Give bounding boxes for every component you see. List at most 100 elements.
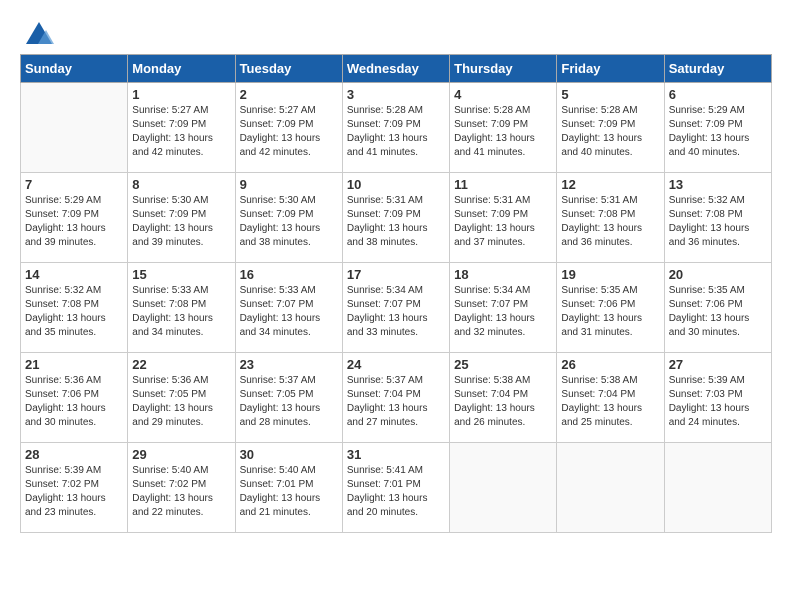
calendar-cell: 17 Sunrise: 5:34 AMSunset: 7:07 PMDayligh… (342, 263, 449, 353)
day-info: Sunrise: 5:29 AMSunset: 7:09 PMDaylight:… (25, 194, 123, 250)
calendar-cell (450, 443, 557, 533)
day-info: Sunrise: 5:36 AMSunset: 7:06 PMDaylight:… (25, 374, 123, 430)
calendar-cell: 29 Sunrise: 5:40 AMSunset: 7:02 PMDayligh… (128, 443, 235, 533)
day-number: 27 (669, 357, 767, 372)
calendar-cell: 12 Sunrise: 5:31 AMSunset: 7:08 PMDayligh… (557, 173, 664, 263)
day-info: Sunrise: 5:27 AMSunset: 7:09 PMDaylight:… (240, 104, 338, 160)
day-info: Sunrise: 5:39 AMSunset: 7:03 PMDaylight:… (669, 374, 767, 430)
day-number: 8 (132, 177, 230, 192)
calendar-cell: 7 Sunrise: 5:29 AMSunset: 7:09 PMDaylight… (21, 173, 128, 263)
day-info: Sunrise: 5:41 AMSunset: 7:01 PMDaylight:… (347, 464, 445, 520)
day-info: Sunrise: 5:31 AMSunset: 7:08 PMDaylight:… (561, 194, 659, 250)
day-number: 25 (454, 357, 552, 372)
day-info: Sunrise: 5:32 AMSunset: 7:08 PMDaylight:… (25, 284, 123, 340)
calendar-cell: 31 Sunrise: 5:41 AMSunset: 7:01 PMDayligh… (342, 443, 449, 533)
header-saturday: Saturday (664, 55, 771, 83)
day-info: Sunrise: 5:31 AMSunset: 7:09 PMDaylight:… (347, 194, 445, 250)
calendar-week-row: 1 Sunrise: 5:27 AMSunset: 7:09 PMDaylight… (21, 83, 772, 173)
day-info: Sunrise: 5:27 AMSunset: 7:09 PMDaylight:… (132, 104, 230, 160)
day-number: 18 (454, 267, 552, 282)
day-number: 29 (132, 447, 230, 462)
logo (20, 20, 54, 44)
day-info: Sunrise: 5:39 AMSunset: 7:02 PMDaylight:… (25, 464, 123, 520)
header-tuesday: Tuesday (235, 55, 342, 83)
calendar-week-row: 21Sunrise: 5:36 AMSunset: 7:06 PMDayligh… (21, 353, 772, 443)
day-number: 31 (347, 447, 445, 462)
day-number: 15 (132, 267, 230, 282)
calendar-cell: 13 Sunrise: 5:32 AMSunset: 7:08 PMDayligh… (664, 173, 771, 263)
day-info: Sunrise: 5:37 AMSunset: 7:04 PMDaylight:… (347, 374, 445, 430)
calendar-cell: 23Sunrise: 5:37 AMSunset: 7:05 PMDayligh… (235, 353, 342, 443)
day-number: 17 (347, 267, 445, 282)
header-friday: Friday (557, 55, 664, 83)
calendar-cell: 22Sunrise: 5:36 AMSunset: 7:05 PMDayligh… (128, 353, 235, 443)
calendar-cell: 9 Sunrise: 5:30 AMSunset: 7:09 PMDaylight… (235, 173, 342, 263)
calendar-week-row: 7 Sunrise: 5:29 AMSunset: 7:09 PMDaylight… (21, 173, 772, 263)
calendar-week-row: 14 Sunrise: 5:32 AMSunset: 7:08 PMDayligh… (21, 263, 772, 353)
day-number: 13 (669, 177, 767, 192)
calendar-cell: 27 Sunrise: 5:39 AMSunset: 7:03 PMDayligh… (664, 353, 771, 443)
calendar-cell: 28 Sunrise: 5:39 AMSunset: 7:02 PMDayligh… (21, 443, 128, 533)
header-thursday: Thursday (450, 55, 557, 83)
calendar-cell (557, 443, 664, 533)
calendar-cell (21, 83, 128, 173)
day-number: 1 (132, 87, 230, 102)
day-number: 6 (669, 87, 767, 102)
calendar-cell: 5 Sunrise: 5:28 AMSunset: 7:09 PMDaylight… (557, 83, 664, 173)
calendar-cell (664, 443, 771, 533)
day-number: 20 (669, 267, 767, 282)
header-monday: Monday (128, 55, 235, 83)
calendar-cell: 19 Sunrise: 5:35 AMSunset: 7:06 PMDayligh… (557, 263, 664, 353)
calendar-week-row: 28 Sunrise: 5:39 AMSunset: 7:02 PMDayligh… (21, 443, 772, 533)
day-number: 28 (25, 447, 123, 462)
day-info: Sunrise: 5:28 AMSunset: 7:09 PMDaylight:… (561, 104, 659, 160)
header-sunday: Sunday (21, 55, 128, 83)
calendar-cell: 26 Sunrise: 5:38 AMSunset: 7:04 PMDayligh… (557, 353, 664, 443)
day-info: Sunrise: 5:40 AMSunset: 7:02 PMDaylight:… (132, 464, 230, 520)
day-number: 23 (240, 357, 338, 372)
calendar-cell: 14 Sunrise: 5:32 AMSunset: 7:08 PMDayligh… (21, 263, 128, 353)
day-number: 24 (347, 357, 445, 372)
page-header (20, 20, 772, 44)
day-number: 3 (347, 87, 445, 102)
day-number: 19 (561, 267, 659, 282)
day-info: Sunrise: 5:28 AMSunset: 7:09 PMDaylight:… (454, 104, 552, 160)
day-number: 12 (561, 177, 659, 192)
calendar-cell: 30 Sunrise: 5:40 AMSunset: 7:01 PMDayligh… (235, 443, 342, 533)
day-number: 30 (240, 447, 338, 462)
calendar-cell: 1 Sunrise: 5:27 AMSunset: 7:09 PMDaylight… (128, 83, 235, 173)
calendar-cell: 21Sunrise: 5:36 AMSunset: 7:06 PMDayligh… (21, 353, 128, 443)
calendar-header-row: SundayMondayTuesdayWednesdayThursdayFrid… (21, 55, 772, 83)
day-info: Sunrise: 5:30 AMSunset: 7:09 PMDaylight:… (132, 194, 230, 250)
day-info: Sunrise: 5:34 AMSunset: 7:07 PMDaylight:… (347, 284, 445, 340)
day-info: Sunrise: 5:35 AMSunset: 7:06 PMDaylight:… (561, 284, 659, 340)
day-info: Sunrise: 5:33 AMSunset: 7:08 PMDaylight:… (132, 284, 230, 340)
header-wednesday: Wednesday (342, 55, 449, 83)
day-info: Sunrise: 5:38 AMSunset: 7:04 PMDaylight:… (454, 374, 552, 430)
day-info: Sunrise: 5:32 AMSunset: 7:08 PMDaylight:… (669, 194, 767, 250)
day-number: 7 (25, 177, 123, 192)
day-number: 11 (454, 177, 552, 192)
day-number: 9 (240, 177, 338, 192)
calendar-cell: 8 Sunrise: 5:30 AMSunset: 7:09 PMDaylight… (128, 173, 235, 263)
day-number: 2 (240, 87, 338, 102)
day-info: Sunrise: 5:28 AMSunset: 7:09 PMDaylight:… (347, 104, 445, 160)
day-number: 14 (25, 267, 123, 282)
logo-icon (24, 20, 54, 50)
day-number: 5 (561, 87, 659, 102)
day-info: Sunrise: 5:36 AMSunset: 7:05 PMDaylight:… (132, 374, 230, 430)
calendar-cell: 15 Sunrise: 5:33 AMSunset: 7:08 PMDayligh… (128, 263, 235, 353)
day-info: Sunrise: 5:30 AMSunset: 7:09 PMDaylight:… (240, 194, 338, 250)
day-info: Sunrise: 5:31 AMSunset: 7:09 PMDaylight:… (454, 194, 552, 250)
calendar-cell: 2 Sunrise: 5:27 AMSunset: 7:09 PMDaylight… (235, 83, 342, 173)
day-info: Sunrise: 5:35 AMSunset: 7:06 PMDaylight:… (669, 284, 767, 340)
calendar-cell: 20 Sunrise: 5:35 AMSunset: 7:06 PMDayligh… (664, 263, 771, 353)
day-info: Sunrise: 5:29 AMSunset: 7:09 PMDaylight:… (669, 104, 767, 160)
day-number: 26 (561, 357, 659, 372)
day-info: Sunrise: 5:38 AMSunset: 7:04 PMDaylight:… (561, 374, 659, 430)
calendar-cell: 4 Sunrise: 5:28 AMSunset: 7:09 PMDaylight… (450, 83, 557, 173)
day-info: Sunrise: 5:40 AMSunset: 7:01 PMDaylight:… (240, 464, 338, 520)
calendar-cell: 16Sunrise: 5:33 AMSunset: 7:07 PMDayligh… (235, 263, 342, 353)
calendar-cell: 10Sunrise: 5:31 AMSunset: 7:09 PMDayligh… (342, 173, 449, 263)
day-number: 4 (454, 87, 552, 102)
